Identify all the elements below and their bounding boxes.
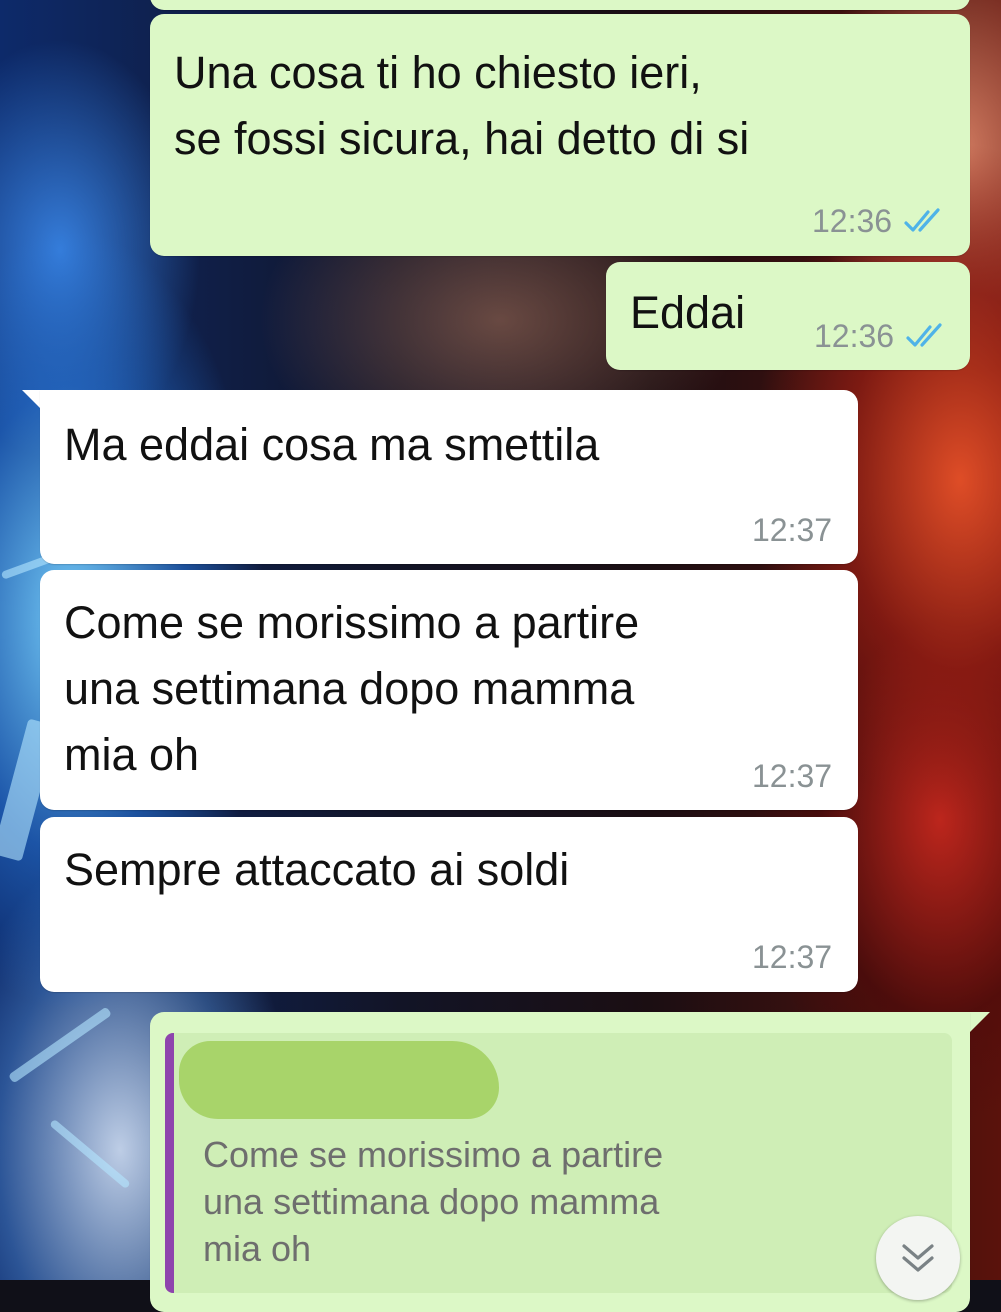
message-timestamp: 12:37 [752,939,833,975]
message-timestamp: 12:37 [752,758,833,794]
quoted-message[interactable]: Come se morissimo a partire una settiman… [165,1033,952,1293]
quote-accent-bar [165,1033,174,1293]
wallpaper-streak [7,1006,113,1084]
message-text: Sempre attaccato ai soldi [64,844,570,895]
chevron-double-down-icon [902,1244,934,1272]
previous-message-bubble[interactable] [150,0,970,10]
message-text: Eddai [630,287,746,338]
bubble-tail [968,1012,990,1034]
redacted-author-name [179,1041,499,1119]
message-bubble-incoming[interactable]: Ma eddai cosa ma smettila 12:37 [40,390,858,564]
message-bubble-incoming[interactable]: Come se morissimo a partire una settiman… [40,570,858,810]
message-timestamp: 12:36 [812,203,893,239]
scroll-to-bottom-button[interactable] [876,1216,960,1300]
message-bubble-outgoing[interactable]: Una cosa ti ho chiesto ieri, se fossi si… [150,14,970,256]
message-text: Una cosa ti ho chiesto ieri, se fossi si… [174,47,750,164]
double-check-icon [906,323,942,347]
quoted-message-text: Come se morissimo a partire una settiman… [203,1134,664,1269]
wallpaper-streak [49,1118,131,1190]
message-timestamp: 12:37 [752,512,833,548]
double-check-icon [904,208,940,232]
message-timestamp: 12:36 [814,318,895,354]
message-text: Ma eddai cosa ma smettila [64,419,600,470]
message-bubble-outgoing[interactable]: Eddai 12:36 [606,262,970,370]
message-text: Come se morissimo a partire una settiman… [64,597,640,780]
message-bubble-incoming[interactable]: Sempre attaccato ai soldi 12:37 [40,817,858,992]
